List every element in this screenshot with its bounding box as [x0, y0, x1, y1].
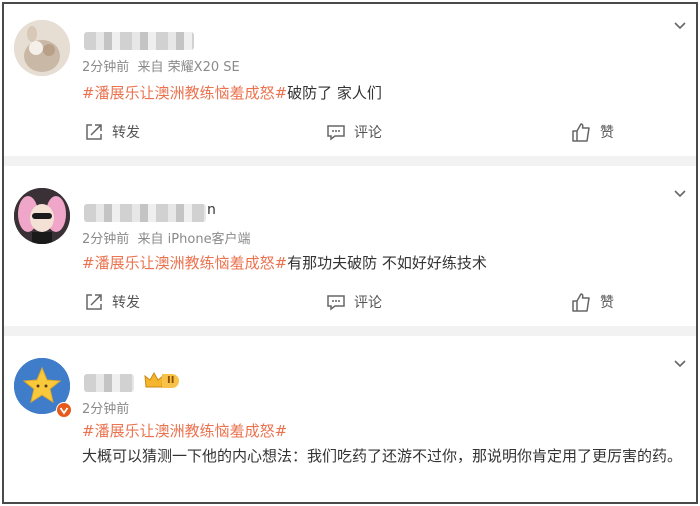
username-tail: n [207, 202, 216, 218]
comment-button[interactable]: 评论 [326, 290, 382, 314]
username-blurred[interactable] [84, 32, 194, 50]
member-badge[interactable]: II [144, 372, 180, 390]
post-card: II 2分钟前 #潘展乐让澳洲教练恼羞成怒# 大概可以猜测一下他的内心想法：我们… [4, 336, 696, 502]
hashtag-link[interactable]: #潘展乐让澳洲教练恼羞成怒# [82, 84, 287, 102]
post-card: 2分钟前 来自 荣耀X20 SE #潘展乐让澳洲教练恼羞成怒#破防了 家人们 转… [4, 4, 696, 156]
post-card: n 2分钟前 来自 iPhone客户端 #潘展乐让澳洲教练恼羞成怒#有那功夫破防… [4, 166, 696, 326]
chevron-down-icon[interactable] [672, 356, 688, 372]
feed-frame: 2分钟前 来自 荣耀X20 SE #潘展乐让澳洲教练恼羞成怒#破防了 家人们 转… [2, 2, 698, 504]
post-time: 2分钟前 [82, 402, 130, 417]
separator [4, 156, 696, 166]
post-time: 2分钟前 [82, 60, 130, 75]
action-bar: 转发 评论 赞 [4, 290, 696, 314]
comment-button[interactable]: 评论 [326, 120, 382, 144]
post-text: 有那功夫破防 不如好好练技术 [287, 254, 487, 272]
post-text: 破防了 家人们 [287, 84, 382, 102]
post-meta: 2分钟前 [82, 398, 129, 417]
username-blurred[interactable] [84, 204, 206, 222]
verified-badge-icon [56, 402, 72, 418]
chevron-down-icon[interactable] [672, 186, 688, 202]
repost-label: 转发 [112, 295, 140, 311]
member-level: II [162, 374, 180, 388]
username-blurred[interactable] [84, 374, 134, 392]
thumbs-up-icon [572, 123, 590, 142]
repost-icon [86, 294, 102, 310]
post-hashtag-line: #潘展乐让澳洲教练恼羞成怒# [82, 420, 287, 441]
separator [4, 326, 696, 336]
like-label: 赞 [600, 295, 614, 311]
post-time: 2分钟前 [82, 232, 130, 247]
post-content: #潘展乐让澳洲教练恼羞成怒#破防了 家人们 [82, 82, 382, 103]
thumbs-up-icon [572, 293, 590, 312]
comment-label: 评论 [354, 295, 382, 311]
post-content: #潘展乐让澳洲教练恼羞成怒#有那功夫破防 不如好好练技术 [82, 252, 487, 273]
comment-label: 评论 [354, 125, 382, 141]
repost-button[interactable]: 转发 [84, 290, 140, 314]
like-button[interactable]: 赞 [570, 290, 614, 314]
post-source: 来自 iPhone客户端 [137, 232, 251, 247]
avatar[interactable] [14, 20, 70, 76]
like-label: 赞 [600, 125, 614, 141]
chevron-down-icon[interactable] [672, 18, 688, 34]
post-meta: 2分钟前 来自 荣耀X20 SE [82, 56, 240, 75]
post-text: 大概可以猜测一下他的内心想法：我们吃药了还游不过你，那说明你肯定用了更厉害的药。 [82, 447, 683, 465]
comment-icon [327, 125, 345, 141]
post-source: 来自 荣耀X20 SE [137, 60, 240, 75]
avatar[interactable] [14, 188, 70, 244]
hashtag-link[interactable]: #潘展乐让澳洲教练恼羞成怒# [82, 254, 287, 272]
post-meta: 2分钟前 来自 iPhone客户端 [82, 228, 251, 247]
repost-button[interactable]: 转发 [84, 120, 140, 144]
action-bar: 转发 评论 赞 [4, 120, 696, 144]
hashtag-link[interactable]: #潘展乐让澳洲教练恼羞成怒# [82, 422, 287, 440]
repost-icon [86, 124, 102, 140]
repost-label: 转发 [112, 125, 140, 141]
comment-icon [327, 295, 345, 311]
like-button[interactable]: 赞 [570, 120, 614, 144]
crown-icon [144, 372, 164, 388]
